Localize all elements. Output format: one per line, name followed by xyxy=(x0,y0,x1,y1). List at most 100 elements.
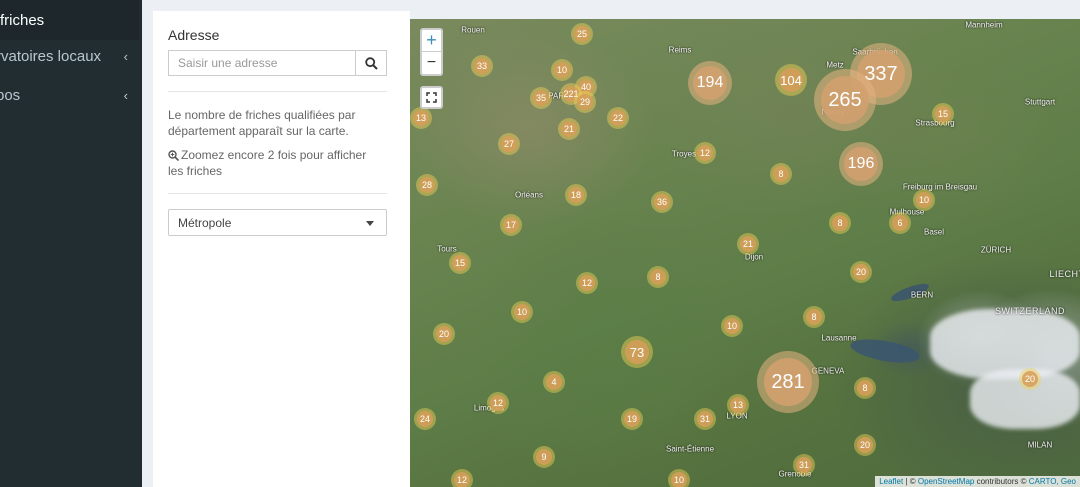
attribution-text: | © xyxy=(903,477,918,486)
zoom-out-button[interactable]: − xyxy=(422,52,441,74)
cluster-marker[interactable]: 194 xyxy=(688,61,732,105)
cluster-marker[interactable]: 10 xyxy=(668,469,690,487)
cluster-marker[interactable]: 10 xyxy=(913,189,935,211)
cluster-count: 27 xyxy=(501,136,517,152)
cluster-marker[interactable]: 13 xyxy=(410,107,432,129)
cluster-marker[interactable]: 31 xyxy=(793,454,815,476)
territory-select[interactable]: Métropole xyxy=(168,209,387,236)
cluster-count: 265 xyxy=(821,76,869,124)
leaflet-link[interactable]: Leaflet xyxy=(879,477,903,486)
cluster-marker[interactable]: 265 xyxy=(814,69,876,131)
country-label: SWITZERLAND xyxy=(994,306,1066,316)
sidebar-item-friches[interactable]: friches xyxy=(0,0,139,40)
address-input[interactable] xyxy=(168,50,356,76)
cluster-marker[interactable]: 25 xyxy=(571,23,593,45)
cluster-marker[interactable]: 6 xyxy=(889,212,911,234)
address-label: Adresse xyxy=(168,27,220,43)
cluster-count: 12 xyxy=(579,275,595,291)
cluster-count: 33 xyxy=(474,58,490,74)
cluster-marker[interactable]: 36 xyxy=(651,191,673,213)
cluster-marker[interactable]: 8 xyxy=(854,377,876,399)
fullscreen-button[interactable] xyxy=(420,86,443,109)
sidebar-item-a-propos[interactable]: pos ‹ xyxy=(0,75,142,115)
cluster-marker[interactable]: 9 xyxy=(533,446,555,468)
cluster-marker[interactable]: 20 xyxy=(850,261,872,283)
cluster-marker[interactable]: 12 xyxy=(451,469,473,487)
cluster-marker[interactable]: 19 xyxy=(621,408,643,430)
cluster-marker[interactable]: 8 xyxy=(829,212,851,234)
cluster-count: 19 xyxy=(624,411,640,427)
cluster-marker[interactable]: 29 xyxy=(574,91,596,113)
cluster-count: 10 xyxy=(916,192,932,208)
zoom-hint: Zoomez encore 2 fois pour afficher les f… xyxy=(168,147,378,179)
cluster-marker[interactable]: 18 xyxy=(565,184,587,206)
cluster-marker[interactable]: 21 xyxy=(558,118,580,140)
cluster-marker[interactable]: 8 xyxy=(770,163,792,185)
cluster-count: 4 xyxy=(546,374,562,390)
cluster-marker[interactable]: 20 xyxy=(433,323,455,345)
cluster-count: 22 xyxy=(610,110,626,126)
zoom-in-button[interactable]: + xyxy=(422,30,441,52)
cluster-marker[interactable]: 4 xyxy=(543,371,565,393)
carto-link[interactable]: CARTO xyxy=(1029,477,1057,486)
cluster-marker[interactable]: 8 xyxy=(647,266,669,288)
cluster-marker[interactable]: 10 xyxy=(721,315,743,337)
city-label: Orléans xyxy=(514,190,544,200)
cluster-count: 73 xyxy=(625,340,649,364)
cluster-marker[interactable]: 12 xyxy=(694,142,716,164)
cluster-count: 24 xyxy=(417,411,433,427)
city-label: Troyes xyxy=(671,149,697,159)
cluster-marker[interactable]: 8 xyxy=(803,306,825,328)
osm-link[interactable]: OpenStreetMap xyxy=(918,477,974,486)
sidebar: friches rvatoires locaux ‹ pos ‹ xyxy=(0,0,142,487)
cluster-count: 10 xyxy=(724,318,740,334)
cluster-marker[interactable]: 281 xyxy=(757,351,819,413)
cluster-marker[interactable]: 13 xyxy=(727,394,749,416)
cluster-marker[interactable]: 20 xyxy=(1019,368,1041,390)
cluster-count: 10 xyxy=(514,304,530,320)
info-text: Le nombre de friches qualifiées par dépa… xyxy=(168,108,356,138)
cluster-count: 20 xyxy=(857,437,873,453)
cluster-count: 17 xyxy=(503,217,519,233)
address-search-button[interactable] xyxy=(355,50,387,76)
cluster-count: 31 xyxy=(697,411,713,427)
city-label: Mannheim xyxy=(965,20,1003,30)
cluster-marker[interactable]: 35 xyxy=(530,87,552,109)
cluster-marker[interactable]: 73 xyxy=(621,336,653,368)
cluster-count: 15 xyxy=(452,255,468,271)
zoom-hint-text: Zoomez encore 2 fois pour afficher les f… xyxy=(168,148,367,178)
fullscreen-icon xyxy=(426,92,437,103)
city-label: Rouen xyxy=(461,25,485,35)
cluster-marker[interactable]: 10 xyxy=(511,301,533,323)
cluster-marker[interactable]: 28 xyxy=(416,174,438,196)
cluster-marker[interactable]: 31 xyxy=(694,408,716,430)
map[interactable]: RouenReimsMetzSaarbrückenMannheimStuttga… xyxy=(410,19,1080,487)
search-panel: Adresse Le nombre de friches qualifiées … xyxy=(153,11,410,487)
geo-link[interactable]: , Geo xyxy=(1056,477,1076,486)
cluster-marker[interactable]: 15 xyxy=(932,103,954,125)
sidebar-item-label: friches xyxy=(0,11,45,29)
sidebar-item-observatoires-locaux[interactable]: rvatoires locaux ‹ xyxy=(0,36,142,76)
cluster-count: 6 xyxy=(892,215,908,231)
cluster-marker[interactable]: 33 xyxy=(471,55,493,77)
territory-select-value: Métropole xyxy=(178,215,232,230)
cluster-marker[interactable]: 196 xyxy=(839,142,883,186)
attribution-text: contributors © xyxy=(974,477,1029,486)
cluster-count: 13 xyxy=(730,397,746,413)
city-label: Reims xyxy=(668,45,692,55)
cluster-marker[interactable]: 22 xyxy=(607,107,629,129)
city-label: ZÜRICH xyxy=(980,245,1012,255)
cluster-marker[interactable]: 10 xyxy=(551,59,573,81)
city-label: Lausanne xyxy=(821,333,857,343)
sidebar-item-label: rvatoires locaux xyxy=(0,47,102,65)
cluster-marker[interactable]: 24 xyxy=(414,408,436,430)
cluster-marker[interactable]: 12 xyxy=(576,272,598,294)
cluster-marker[interactable]: 27 xyxy=(498,133,520,155)
country-label: LIECHT xyxy=(1049,269,1080,279)
cluster-marker[interactable]: 20 xyxy=(854,434,876,456)
cluster-marker[interactable]: 17 xyxy=(500,214,522,236)
cluster-marker[interactable]: 12 xyxy=(487,392,509,414)
cluster-marker[interactable]: 21 xyxy=(737,233,759,255)
cluster-marker[interactable]: 104 xyxy=(775,64,807,96)
cluster-marker[interactable]: 15 xyxy=(449,252,471,274)
